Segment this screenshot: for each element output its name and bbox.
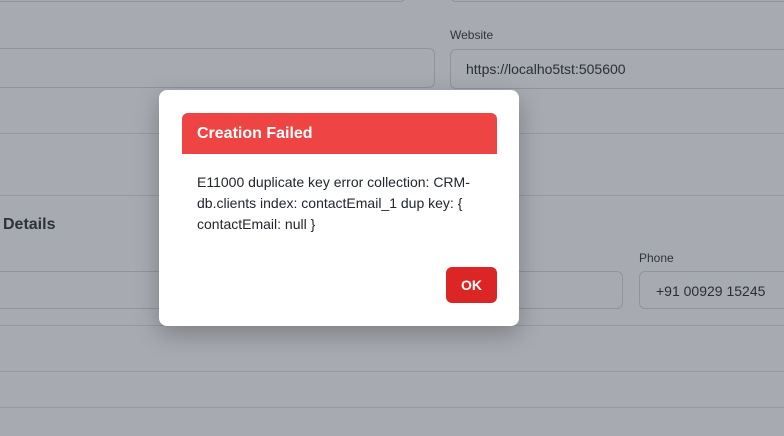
- left-field-row1[interactable]: [0, 48, 435, 88]
- website-label: Website: [450, 28, 494, 42]
- page: Website https://localho5tst:505600 Detai…: [0, 0, 784, 436]
- phone-label: Phone: [639, 251, 674, 265]
- top-left-field[interactable]: [0, 0, 406, 2]
- error-dialog: Creation Failed E11000 duplicate key err…: [159, 90, 519, 326]
- dialog-header: Creation Failed: [182, 113, 497, 154]
- divider-4: [0, 371, 784, 372]
- divider-5: [0, 407, 784, 408]
- ok-button[interactable]: OK: [446, 267, 497, 303]
- dialog-title: Creation Failed: [197, 125, 313, 142]
- website-value: https://localho5tst:505600: [466, 61, 626, 77]
- phone-value: +91 00929 15245: [656, 283, 766, 299]
- section-heading: Details: [3, 216, 56, 233]
- dialog-message: E11000 duplicate key error collection: C…: [197, 174, 470, 232]
- top-right-field[interactable]: [450, 0, 784, 2]
